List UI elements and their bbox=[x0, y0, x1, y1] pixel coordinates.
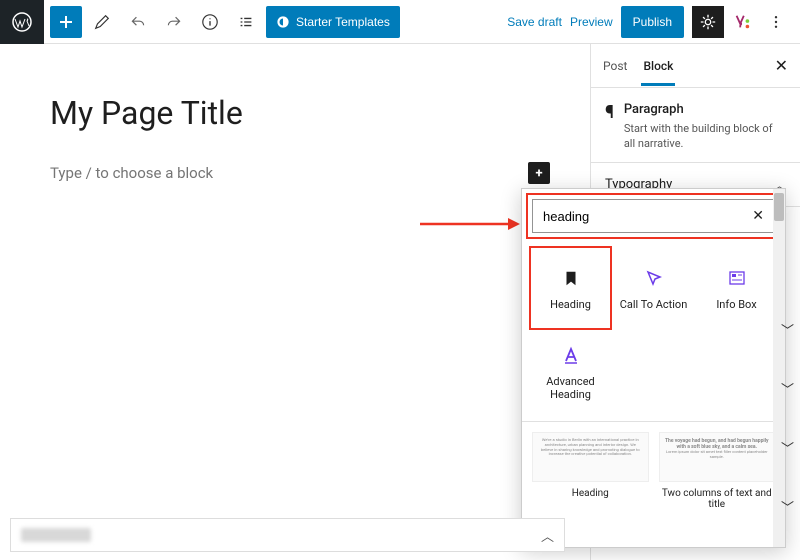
close-sidebar-button[interactable]: ✕ bbox=[775, 56, 788, 75]
chevron-down-icon: ﹀ bbox=[781, 497, 794, 516]
breadcrumb-blurred bbox=[21, 528, 91, 542]
pattern-label: Heading bbox=[572, 488, 609, 499]
editor-top-toolbar: Starter Templates Save draft Preview Pub… bbox=[0, 0, 800, 44]
publish-button[interactable]: Publish bbox=[621, 6, 684, 38]
block-result-infobox[interactable]: Info Box bbox=[698, 249, 775, 327]
block-type-desc: Start with the building block of all nar… bbox=[624, 121, 786, 152]
block-result-adv-heading[interactable]: Advanced Heading bbox=[532, 333, 609, 411]
block-search-input-highlight: ✕ bbox=[532, 199, 775, 233]
preview-button[interactable]: Preview bbox=[570, 15, 613, 29]
annotation-arrow bbox=[420, 214, 520, 234]
wordpress-logo[interactable] bbox=[0, 0, 44, 44]
chevron-down-icon: ﹀ bbox=[781, 379, 794, 398]
paragraph-icon: ¶ bbox=[605, 102, 614, 152]
chevron-down-icon: ﹀ bbox=[781, 438, 794, 457]
yoast-icon[interactable] bbox=[732, 12, 752, 32]
undo-button[interactable] bbox=[122, 6, 154, 38]
block-result-cta[interactable]: Call To Action bbox=[615, 249, 692, 327]
starter-templates-icon bbox=[276, 15, 290, 29]
info-button[interactable] bbox=[194, 6, 226, 38]
add-block-inline-button[interactable]: + bbox=[528, 162, 550, 184]
letter-a-icon bbox=[559, 343, 583, 367]
block-result-label: Info Box bbox=[716, 298, 756, 311]
starter-templates-label: Starter Templates bbox=[296, 15, 390, 29]
block-search-input[interactable] bbox=[543, 209, 752, 224]
chevron-up-icon[interactable]: ︿ bbox=[541, 526, 554, 545]
tab-post[interactable]: Post bbox=[603, 47, 627, 85]
page-title[interactable]: My Page Title bbox=[50, 94, 550, 132]
block-info-panel: ¶ Paragraph Start with the building bloc… bbox=[591, 88, 800, 163]
pattern-preview: The voyage had begun, and had begun happ… bbox=[659, 432, 776, 482]
pointer-icon bbox=[642, 266, 666, 290]
clear-search-icon[interactable]: ✕ bbox=[752, 208, 764, 224]
block-inserter-popover: ✕ Heading Call To Action Info Box Advanc… bbox=[521, 188, 786, 548]
save-draft-button[interactable]: Save draft bbox=[507, 15, 562, 29]
starter-templates-button[interactable]: Starter Templates bbox=[266, 6, 400, 38]
list-view-button[interactable] bbox=[230, 6, 262, 38]
pattern-two-col[interactable]: The voyage had begun, and had begun happ… bbox=[659, 432, 776, 537]
pattern-label: Two columns of text and title bbox=[659, 488, 776, 510]
editor-canvas: My Page Title Type / to choose a block + bbox=[0, 44, 590, 560]
infobox-icon bbox=[725, 266, 749, 290]
block-result-heading[interactable]: Heading bbox=[532, 249, 609, 327]
block-type-heading: Paragraph bbox=[624, 102, 786, 117]
settings-button[interactable] bbox=[692, 6, 724, 38]
redo-button[interactable] bbox=[158, 6, 190, 38]
tab-block[interactable]: Block bbox=[643, 47, 673, 85]
block-result-label: Advanced Heading bbox=[532, 375, 609, 401]
block-placeholder[interactable]: Type / to choose a block bbox=[50, 164, 528, 182]
block-result-label: Call To Action bbox=[620, 298, 688, 311]
sidebar-collapsed-chevrons: ﹀ ﹀ ﹀ ﹀ bbox=[781, 320, 794, 516]
edit-icon[interactable] bbox=[86, 6, 118, 38]
bookmark-icon bbox=[559, 266, 583, 290]
editor-bottom-bar[interactable]: ︿ bbox=[10, 518, 565, 552]
pattern-preview: We're a studio in Berlin with an interna… bbox=[532, 432, 649, 482]
more-options-button[interactable] bbox=[760, 6, 792, 38]
block-result-label: Heading bbox=[550, 298, 591, 311]
chevron-down-icon: ﹀ bbox=[781, 320, 794, 339]
add-block-toolbar-button[interactable] bbox=[50, 6, 82, 38]
